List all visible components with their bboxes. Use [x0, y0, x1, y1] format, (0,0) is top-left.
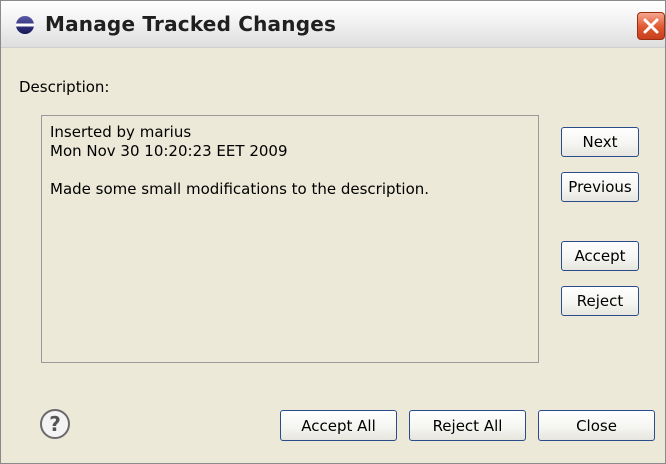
previous-button[interactable]: Previous [561, 172, 639, 202]
accept-all-button[interactable]: Accept All [280, 410, 397, 441]
app-icon [16, 16, 34, 34]
description-label: Description: [19, 78, 110, 96]
description-box: Inserted by marius Mon Nov 30 10:20:23 E… [41, 115, 539, 363]
close-button[interactable]: Close [538, 410, 655, 441]
manage-tracked-changes-dialog: Manage Tracked Changes Description: Inse… [0, 0, 666, 464]
help-icon[interactable]: ? [39, 408, 71, 440]
next-button[interactable]: Next [561, 127, 639, 157]
change-author: Inserted by marius [50, 123, 192, 141]
dialog-title: Manage Tracked Changes [45, 12, 337, 36]
close-icon[interactable] [637, 12, 665, 40]
change-comment: Made some small modifications to the des… [50, 180, 430, 198]
reject-button[interactable]: Reject [561, 286, 639, 316]
title-bar: Manage Tracked Changes [1, 1, 665, 48]
change-date: Mon Nov 30 10:20:23 EET 2009 [50, 142, 288, 160]
svg-text:?: ? [49, 412, 61, 436]
accept-button[interactable]: Accept [561, 241, 639, 271]
reject-all-button[interactable]: Reject All [409, 410, 526, 441]
